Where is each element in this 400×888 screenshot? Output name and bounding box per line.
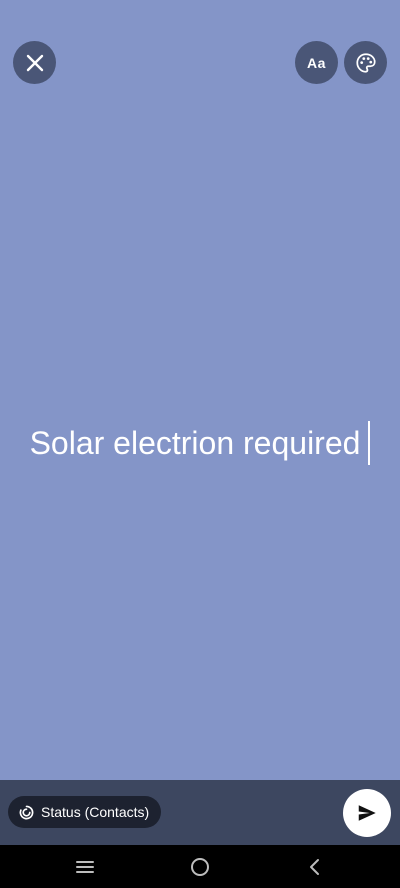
- bottom-bar: Status (Contacts): [0, 780, 400, 845]
- back-button[interactable]: [302, 854, 328, 880]
- send-button[interactable]: [343, 789, 391, 837]
- home-button[interactable]: [187, 854, 213, 880]
- audience-selector-chip[interactable]: Status (Contacts): [8, 796, 162, 828]
- status-canvas[interactable]: Aa Solar electrion required: [0, 0, 400, 780]
- status-text-area[interactable]: Solar electrion required: [0, 418, 400, 468]
- home-icon: [191, 858, 209, 876]
- font-style-button[interactable]: Aa: [295, 41, 338, 84]
- color-palette-button[interactable]: [344, 41, 387, 84]
- back-icon: [310, 859, 319, 875]
- text-caret: [368, 421, 371, 465]
- send-icon: [358, 805, 376, 821]
- audience-label: Status (Contacts): [41, 804, 150, 820]
- status-ring-icon: [19, 805, 34, 819]
- recents-icon: [76, 861, 94, 873]
- status-text-input[interactable]: Solar electrion required: [30, 425, 361, 462]
- close-icon: [26, 54, 43, 71]
- system-navigation-bar: [0, 845, 400, 888]
- recents-button[interactable]: [72, 854, 98, 880]
- font-style-label: Aa: [307, 54, 326, 71]
- palette-icon: [355, 52, 376, 73]
- close-button[interactable]: [13, 41, 56, 84]
